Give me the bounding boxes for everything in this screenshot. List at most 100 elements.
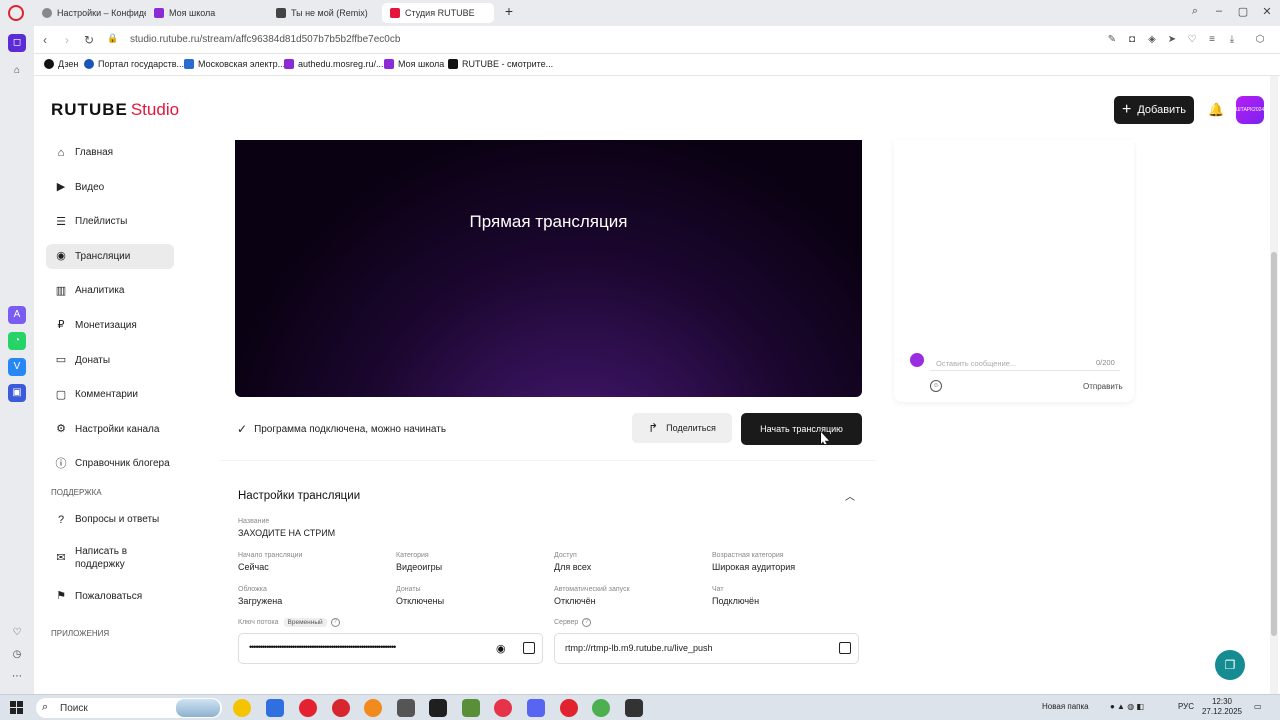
sidebar-item-video[interactable]: ▶ Видео	[46, 175, 174, 200]
copy-icon[interactable]	[523, 642, 535, 654]
sidebar-item-write-support[interactable]: ✉ Написать в поддержку	[46, 542, 174, 574]
explorer-icon[interactable]	[266, 699, 284, 717]
server-url-field[interactable]: rtmp://rtmp-lb.m9.rutube.ru/live_push	[554, 633, 859, 664]
history-icon[interactable]: ◷	[8, 646, 26, 664]
tool-icon[interactable]	[397, 699, 415, 717]
heart-icon[interactable]: ♡	[8, 624, 26, 642]
avatar[interactable]: ШТАРК2024	[1236, 96, 1264, 124]
help-icon[interactable]: ?	[582, 618, 592, 627]
more-icon[interactable]: ⋯	[8, 668, 26, 686]
language-indicator[interactable]: РУС	[1178, 702, 1194, 711]
minimize-button[interactable]: –	[1212, 5, 1226, 17]
bookmark-my-school[interactable]: Моя школа	[384, 59, 444, 69]
sidebar-item-broadcasts[interactable]: ◉ Трансляции	[46, 243, 174, 269]
media-icon[interactable]	[332, 699, 350, 717]
tab-rutube-studio[interactable]: Студия RUTUBE	[382, 3, 494, 23]
sidebar-item-faq[interactable]: ? Вопросы и ответы	[46, 507, 174, 532]
bookmark-authedu[interactable]: authedu.mosreg.ru/...	[284, 59, 384, 69]
vk-icon[interactable]: V	[8, 358, 26, 376]
emoji-icon[interactable]: ☺	[930, 380, 942, 392]
start-broadcast-button[interactable]: Начать трансляцию	[741, 413, 862, 445]
sidebar-item-channel-settings[interactable]: ⚙ Настройки канала	[46, 417, 174, 442]
add-button[interactable]: + Добавить	[1114, 96, 1194, 124]
notifications-icon[interactable]: ▭	[1254, 702, 1262, 711]
send-icon[interactable]: ➤	[1166, 34, 1178, 46]
tray-folder-label[interactable]: Новая папка	[1042, 702, 1089, 711]
new-tab-button[interactable]: +	[502, 4, 516, 18]
opera-icon[interactable]	[560, 699, 578, 717]
windows-start-icon[interactable]	[10, 701, 24, 715]
scrollbar-thumb[interactable]	[1271, 252, 1277, 636]
chat-send-button[interactable]: Отправить	[1083, 382, 1123, 391]
rutube-studio-logo[interactable]: RUTUBE Studio	[51, 100, 179, 120]
chrome-icon[interactable]	[592, 699, 610, 717]
download-icon[interactable]: ⤓	[1226, 34, 1238, 46]
forward-button[interactable]: ›	[60, 33, 74, 47]
sidebar-item-donates[interactable]: ▭ Донаты	[46, 348, 174, 373]
bookmark-gosuslugi[interactable]: Портал государств...	[84, 59, 184, 69]
tab-my-school[interactable]: Моя школа	[146, 3, 262, 23]
stream-key-label: Ключ потока Временный?	[238, 618, 340, 630]
tlauncher-icon[interactable]	[429, 699, 447, 717]
heart-icon[interactable]: ♡	[1186, 34, 1198, 46]
maximize-button[interactable]: ▢	[1236, 5, 1250, 18]
taskbar-search[interactable]: ⌕ Поиск	[36, 698, 222, 718]
tray-icons[interactable]: ● ▲ ◍ ◧	[1110, 702, 1144, 711]
sidebar-item-report[interactable]: ⚑ Пожаловаться	[46, 584, 174, 609]
sidebar-item-playlists[interactable]: ☰ Плейлисты	[46, 209, 174, 234]
bookmark-mos-school[interactable]: Московская электр...	[184, 59, 285, 69]
bell-icon[interactable]: 🔔	[1208, 102, 1224, 118]
dots-app-icon[interactable]	[364, 699, 382, 717]
sidebar-item-home[interactable]: ⌂ Главная	[46, 140, 174, 165]
chat-panel: Оставить сообщение... 0/200 ☺ Отправить	[894, 140, 1134, 402]
info-icon: ⓘ	[55, 457, 67, 470]
edit-icon[interactable]: ✎	[1106, 34, 1118, 46]
discord-icon[interactable]	[527, 699, 545, 717]
close-window-button[interactable]: ✕	[1260, 5, 1274, 18]
camera-icon[interactable]: ◘	[1126, 34, 1138, 46]
workspace-icon[interactable]: ◻	[8, 34, 26, 52]
vk-video-icon[interactable]: ▣	[8, 384, 26, 402]
sidebar-item-blogger-guide[interactable]: ⓘ Справочник блогера	[46, 451, 174, 476]
tab-music[interactable]: Ты не мой (Remix)	[268, 3, 378, 23]
reload-icon[interactable]: ↻	[82, 33, 96, 47]
chevron-up-icon[interactable]: ︿	[845, 488, 855, 503]
app-store-icon[interactable]: A	[8, 306, 26, 324]
sidebar-item-monetization[interactable]: ₽ Монетизация	[46, 313, 174, 338]
stream-preview[interactable]: Прямая трансляция	[235, 140, 862, 397]
bookmarks-bar: Дзен Портал государств... Московская эле…	[34, 54, 1280, 76]
share-button[interactable]: ↱ Поделиться	[632, 413, 732, 443]
whatsapp-icon[interactable]: ◔	[8, 332, 26, 350]
browser-side-panel: ◻ ⌂ A ◔ V ▣ ♡ ◷ ⋯	[0, 26, 34, 694]
field-donates: Донаты Отключены	[396, 586, 445, 606]
bookmark-rutube[interactable]: RUTUBE - смотрите...	[448, 59, 553, 69]
bookmark-dzen[interactable]: Дзен	[44, 59, 78, 69]
opera-logo-icon[interactable]	[8, 5, 24, 21]
url-field[interactable]: studio.rutube.ru/stream/affc96384d81d507…	[130, 34, 400, 45]
minecraft-icon[interactable]	[462, 699, 480, 717]
back-button[interactable]: ‹	[38, 33, 52, 47]
yandex-browser-icon[interactable]	[233, 699, 251, 717]
extension-icon[interactable]: ⬡	[1254, 34, 1266, 46]
menu-icon[interactable]: ≡	[1206, 34, 1218, 46]
shield-icon[interactable]: ◈	[1146, 34, 1158, 46]
clock[interactable]: 12:30 27.12.2025	[1200, 697, 1244, 717]
color-app-icon[interactable]	[494, 699, 512, 717]
yandex-icon[interactable]	[299, 699, 317, 717]
chat-message-input[interactable]: Оставить сообщение...	[936, 359, 1016, 368]
settings-app-icon[interactable]	[625, 699, 643, 717]
support-chat-icon[interactable]: ❐	[1215, 650, 1245, 680]
copy-icon[interactable]	[839, 642, 851, 654]
page-scrollbar[interactable]	[1270, 76, 1278, 694]
help-icon[interactable]: ?	[330, 618, 340, 627]
sidebar-item-analytics[interactable]: ▥ Аналитика	[46, 278, 174, 303]
sidebar-item-comments[interactable]: ▢ Комментарии	[46, 382, 174, 407]
stream-key-field[interactable]: ••••••••••••••••••••••••••••••••••••••••…	[238, 633, 543, 664]
search-tabs-icon[interactable]: ⌕	[1188, 5, 1202, 18]
temporary-badge: Временный	[283, 618, 327, 627]
pin-icon[interactable]: ⌂	[8, 62, 26, 80]
broadcast-settings-title: Настройки трансляции	[238, 490, 361, 502]
eye-icon[interactable]: ◉	[496, 642, 506, 655]
comments-icon: ▢	[55, 388, 67, 401]
tab-settings[interactable]: Настройки – Конфиденц	[34, 3, 146, 23]
